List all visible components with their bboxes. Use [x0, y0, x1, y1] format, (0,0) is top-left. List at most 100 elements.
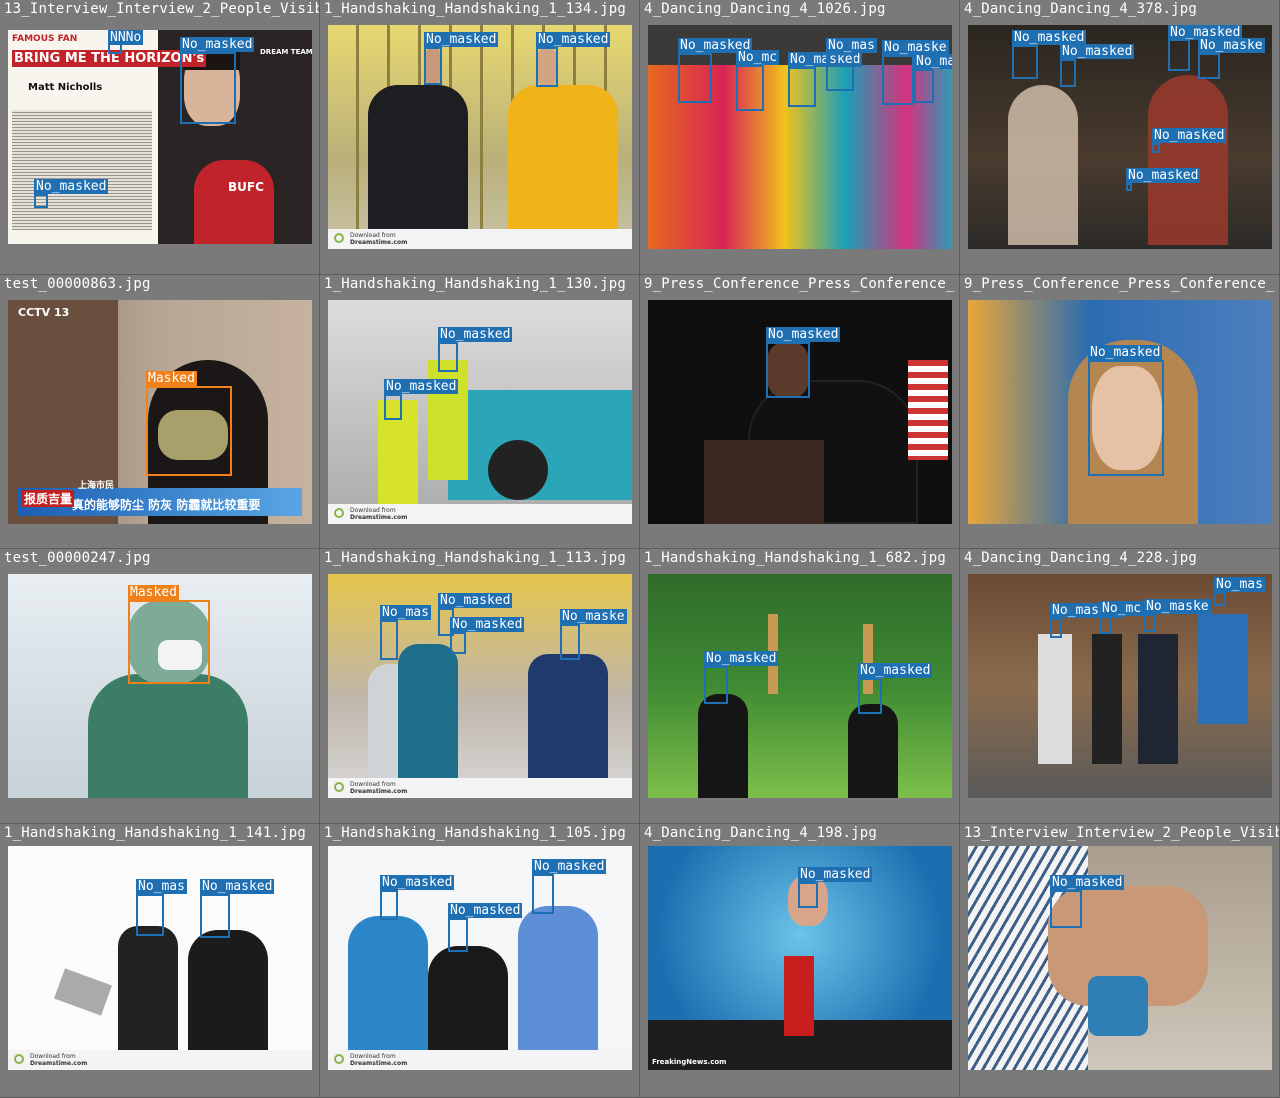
bounding-box-label: NNNo	[108, 30, 144, 45]
no-masked-bounding-box	[678, 53, 712, 103]
detection-tile: 9_Press_Conference_Press_Conference_ No_…	[960, 274, 1280, 549]
dreamstime-logo-icon	[334, 233, 344, 243]
no-masked-bounding-box	[200, 893, 230, 938]
no-masked-bounding-box	[1152, 143, 1160, 153]
bounding-box-label: No_masked	[1050, 874, 1125, 890]
detection-tile: 1_Handshaking_Handshaking_1_130.jpg Down…	[320, 274, 640, 549]
bounding-box-label: Masked	[146, 370, 197, 386]
no-masked-bounding-box	[1214, 592, 1226, 606]
tile-photo: Download from Dreamstime.com No_masked No_m…	[328, 574, 632, 798]
tile-photo: FAMOUS FAN BRING ME THE HORIZON's Matt Nic…	[8, 30, 312, 244]
bounding-box-label: No_mas	[136, 878, 187, 894]
masked-bounding-box	[146, 385, 232, 476]
tile-photo: FreakingNews.com No_masked	[648, 845, 952, 1070]
bounding-box-label: No_maske	[882, 40, 949, 55]
watermark-line2: Dreamstime.com	[30, 1059, 88, 1067]
tile-photo: Download from Dreamstime.com No_masked No_m…	[328, 25, 632, 249]
no-masked-bounding-box	[766, 341, 810, 398]
tile-filename: 1_Handshaking_Handshaking_1_682.jpg	[644, 550, 947, 566]
dreamstime-watermark: Download from Dreamstime.com	[328, 778, 632, 798]
watermark-line2: Dreamstime.com	[350, 1059, 408, 1067]
watermark-text: Download from Dreamstime.com	[350, 232, 407, 246]
tile-photo: No_masked No_masked No_masked No_maske No_ma…	[968, 25, 1272, 249]
photo-caption: 报质吉量	[22, 489, 75, 507]
bounding-box-label: No_maske	[1198, 38, 1265, 53]
tile-filename: 1_Handshaking_Handshaking_1_141.jpg	[4, 824, 307, 841]
no-masked-bounding-box	[560, 624, 580, 660]
no-masked-bounding-box	[1050, 618, 1062, 638]
bounding-box-label: No_mas	[1214, 577, 1265, 592]
bounding-box-label: No_masked	[34, 179, 109, 194]
bounding-box-label: No_masked	[450, 617, 525, 632]
no-masked-bounding-box	[532, 873, 554, 914]
photo-scene	[328, 25, 632, 249]
detection-tile: 1_Handshaking_Handshaking_1_134.jpg Down…	[320, 0, 640, 275]
photo-caption: BUFC	[228, 180, 264, 194]
tile-filename: test_00000247.jpg	[4, 550, 151, 566]
watermark-text: Download from Dreamstime.com	[350, 507, 407, 521]
no-masked-bounding-box	[1088, 359, 1164, 476]
bounding-box-label: No_mc	[736, 50, 780, 65]
photo-caption: 上海市民	[78, 480, 115, 491]
bounding-box-label: No_masked	[532, 858, 607, 874]
dreamstime-logo-icon	[334, 1053, 344, 1064]
bounding-box-label: No_masked	[1012, 30, 1087, 45]
detection-tile: 9_Press_Conference_Press_Conference_ No_…	[640, 274, 960, 549]
no-masked-bounding-box	[1126, 183, 1132, 191]
watermark-line2: Dreamstime.com	[350, 788, 408, 795]
bounding-box-label: No_masked	[1060, 44, 1135, 59]
watermark-text: Download from Dreamstime.com	[350, 1053, 407, 1067]
watermark-line2: Dreamstime.com	[350, 239, 408, 246]
no-masked-bounding-box	[34, 194, 48, 208]
no-masked-bounding-box	[450, 632, 466, 654]
detection-tile: 1_Handshaking_Handshaking_1_113.jpg Down…	[320, 549, 640, 824]
bounding-box-label: No_masked	[200, 878, 275, 894]
dreamstime-watermark: Download from Dreamstime.com	[328, 229, 632, 249]
bounding-box-label: No_masked	[704, 651, 779, 666]
bounding-box-label: No_masked	[384, 378, 459, 394]
no-masked-bounding-box	[1060, 59, 1076, 87]
detection-grid: 13_Interview_Interview_2_People_Visible_…	[0, 0, 1280, 1098]
bounding-box-label: No_masked	[380, 874, 455, 890]
detection-tile: 1_Handshaking_Handshaking_1_105.jpg Down…	[320, 823, 640, 1098]
tile-photo: No_masked	[968, 845, 1272, 1070]
tile-photo: No_masked No_mc No_maske No_mas	[968, 574, 1272, 798]
watermark-line1: Download from	[350, 232, 396, 239]
detection-tile: 4_Dancing_Dancing_4_198.jpg FreakingNews…	[640, 823, 960, 1098]
detection-tile: 4_Dancing_Dancing_4_1026.jpg No_masked No…	[640, 0, 960, 275]
bounding-box-label: No_masked	[1152, 128, 1227, 143]
bounding-box-label: No_masked	[424, 32, 499, 47]
detection-tile: 13_Interview_Interview_2_People_Visible_…	[960, 823, 1280, 1098]
watermark-line1: Download from	[350, 1052, 396, 1060]
no-masked-bounding-box	[858, 678, 882, 714]
no-masked-bounding-box	[704, 666, 728, 704]
no-masked-bounding-box	[882, 55, 914, 105]
no-masked-bounding-box	[788, 67, 816, 107]
tile-filename: 1_Handshaking_Handshaking_1_105.jpg	[324, 824, 627, 841]
dreamstime-logo-icon	[334, 782, 344, 792]
detection-tile: 13_Interview_Interview_2_People_Visible_…	[0, 0, 320, 275]
bounding-box-label: No_ma	[914, 54, 952, 69]
watermark-text: Download from Dreamstime.com	[350, 781, 407, 795]
photo-caption: FAMOUS FAN	[12, 34, 78, 44]
detection-tile: test_00000863.jpg CCTV 13 上海市民 真的能够防尘 防灰 防…	[0, 274, 320, 549]
no-masked-bounding-box	[1168, 39, 1190, 71]
dreamstime-watermark: Download from Dreamstime.com	[8, 1049, 312, 1070]
no-masked-bounding-box	[424, 47, 442, 85]
no-masked-bounding-box	[1198, 53, 1220, 79]
tile-filename: 1_Handshaking_Handshaking_1_130.jpg	[324, 275, 627, 292]
no-masked-bounding-box	[536, 47, 558, 87]
tile-filename: test_00000863.jpg	[4, 275, 151, 292]
watermark-text: Download from Dreamstime.com	[30, 1053, 87, 1067]
tile-filename: 1_Handshaking_Handshaking_1_113.jpg	[324, 550, 627, 566]
bounding-box-label: No_masked	[1088, 344, 1163, 360]
dreamstime-watermark: Download from Dreamstime.com	[328, 503, 632, 524]
no-masked-bounding-box	[380, 620, 398, 660]
no-masked-bounding-box	[136, 893, 164, 936]
tile-filename: 13_Interview_Interview_2_People_Visible_	[4, 1, 320, 17]
photo-caption: Matt Nicholls	[28, 82, 103, 93]
no-masked-bounding-box	[1012, 45, 1038, 79]
tile-photo: No_masked No_mc No_masked No_mas No_maske No_…	[648, 25, 952, 249]
no-masked-bounding-box	[448, 917, 468, 952]
tile-photo: No_masked	[648, 299, 952, 524]
